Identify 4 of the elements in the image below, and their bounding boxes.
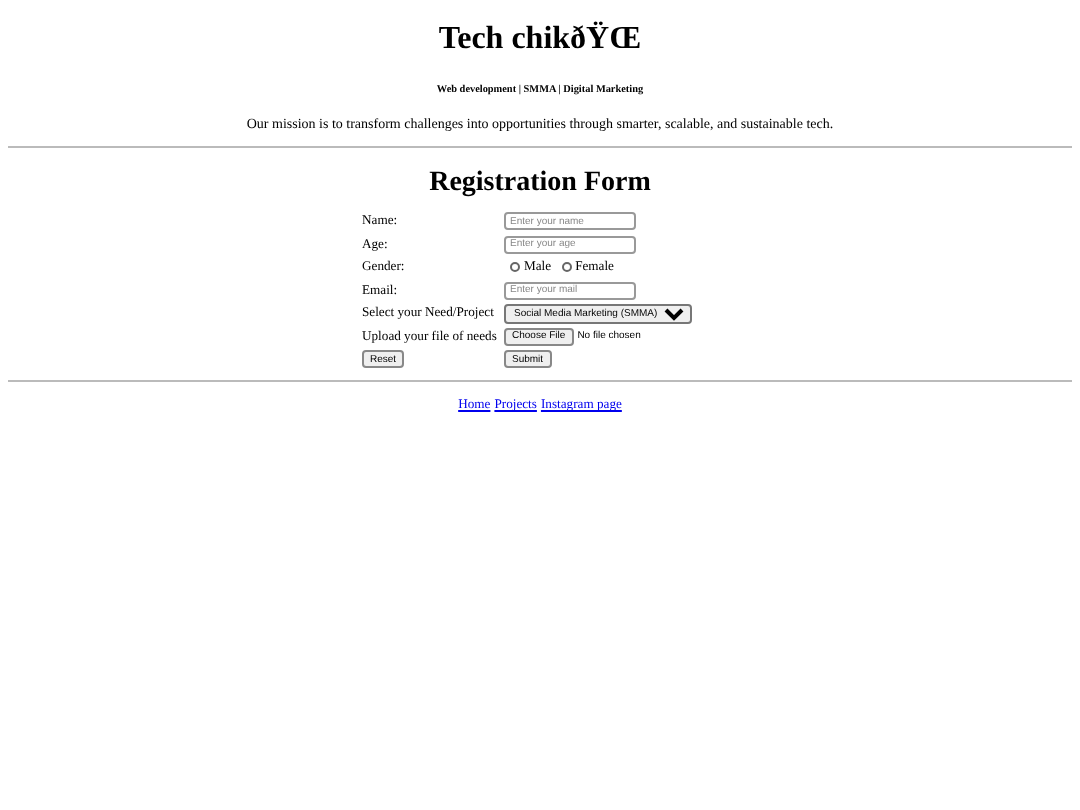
form-heading: Registration Form <box>427 168 653 200</box>
radio-button[interactable] <box>561 262 572 273</box>
site-title: Tech chikðŸŒ <box>436 19 644 58</box>
radio-button[interactable] <box>510 262 520 273</box>
